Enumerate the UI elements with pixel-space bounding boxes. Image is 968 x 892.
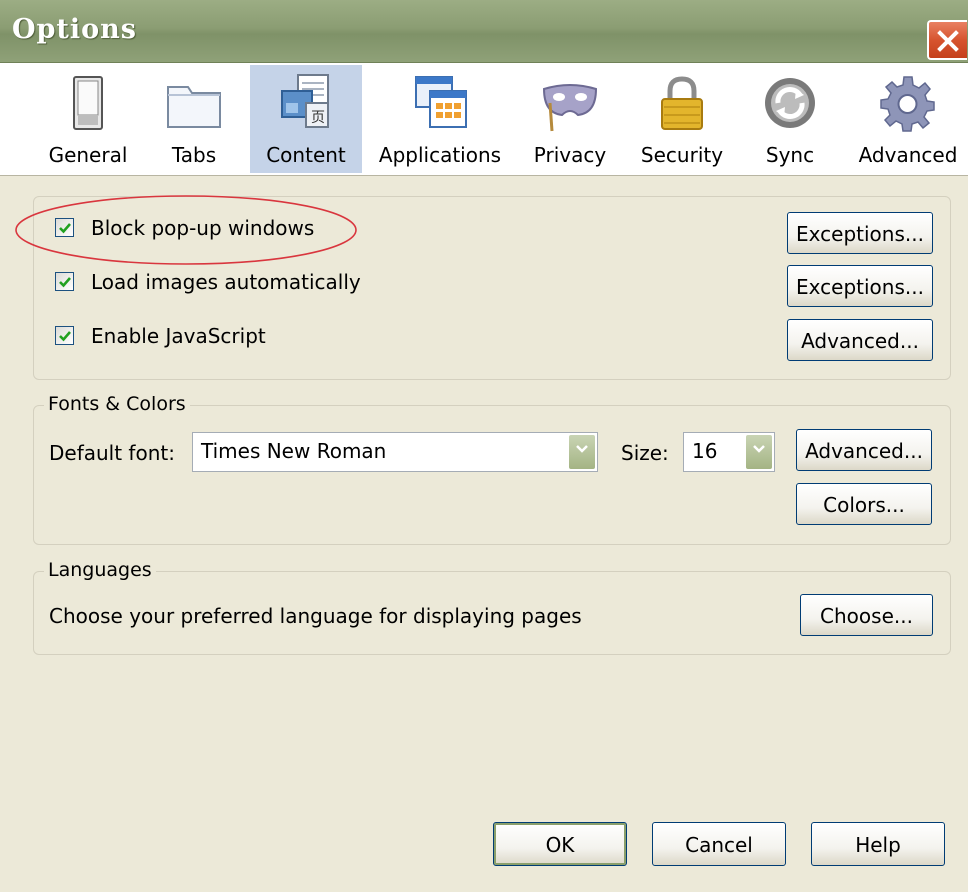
pane-content[interactable]: 页 Content <box>250 65 362 173</box>
dropdown-button[interactable] <box>569 435 595 469</box>
images-exceptions-button[interactable]: Exceptions... <box>787 265 933 307</box>
languages-caption: Languages <box>44 559 156 581</box>
svg-text:页: 页 <box>311 110 325 126</box>
javascript-advanced-button[interactable]: Advanced... <box>787 319 933 361</box>
pane-label: Security <box>640 143 724 167</box>
help-button[interactable]: Help <box>811 822 945 866</box>
padlock-icon <box>661 76 703 130</box>
pane-applications[interactable]: Applications <box>376 65 504 173</box>
block-popups-row[interactable]: Block pop-up windows <box>55 216 355 242</box>
pane-label: Advanced <box>858 143 958 167</box>
close-icon <box>937 30 959 52</box>
pane-security[interactable]: Security <box>630 65 734 173</box>
close-button[interactable] <box>927 20 967 60</box>
options-dialog: Options General Tabs 页 Content Applicati… <box>0 0 968 892</box>
popup-exceptions-button[interactable]: Exceptions... <box>787 212 933 254</box>
gear-icon <box>880 76 935 132</box>
chevron-down-icon <box>576 445 588 453</box>
colors-button[interactable]: Colors... <box>796 483 932 525</box>
enable-javascript-label: Enable JavaScript <box>91 324 266 348</box>
load-images-label: Load images automatically <box>91 270 361 294</box>
block-popups-checkbox[interactable] <box>55 218 74 237</box>
switch-icon <box>73 76 103 130</box>
preferences-toolbar: General Tabs 页 Content Applications Priv… <box>0 63 968 176</box>
enable-javascript-checkbox[interactable] <box>55 326 74 345</box>
pane-label: General <box>48 143 128 167</box>
pane-label: Applications <box>378 143 502 167</box>
pane-label: Privacy <box>533 143 607 167</box>
content-page-icon: 页 <box>281 74 329 128</box>
pane-privacy[interactable]: Privacy <box>524 65 616 173</box>
enable-javascript-row[interactable]: Enable JavaScript <box>55 324 355 350</box>
pane-tabs[interactable]: Tabs <box>150 65 238 173</box>
pane-advanced[interactable]: Advanced <box>852 65 964 173</box>
pane-label: Tabs <box>171 143 217 167</box>
sync-arrows-icon <box>765 78 815 128</box>
folder-tabs-icon <box>167 86 221 128</box>
block-popups-label: Block pop-up windows <box>91 216 315 240</box>
chevron-down-icon <box>753 445 765 453</box>
load-images-row[interactable]: Load images automatically <box>55 270 361 296</box>
pane-label: Content <box>266 143 346 167</box>
checkmark-icon <box>59 277 71 288</box>
cancel-button[interactable]: Cancel <box>652 822 786 866</box>
title-bar[interactable]: Options <box>0 0 968 63</box>
pane-general[interactable]: General <box>42 65 134 173</box>
pane-label: Sync <box>765 143 815 167</box>
default-font-label: Default font: <box>49 441 175 465</box>
default-font-select[interactable]: Times New Roman <box>192 432 598 472</box>
font-size-value: 16 <box>692 439 718 463</box>
languages-description: Choose your preferred language for displ… <box>49 604 582 628</box>
choose-language-button[interactable]: Choose... <box>800 594 933 636</box>
dropdown-button[interactable] <box>746 435 772 469</box>
font-size-select[interactable]: 16 <box>683 432 775 472</box>
window-title: Options <box>12 14 137 45</box>
applications-window-icon <box>415 76 467 128</box>
fonts-colors-caption: Fonts & Colors <box>44 393 190 415</box>
size-label: Size: <box>621 441 669 465</box>
fonts-advanced-button[interactable]: Advanced... <box>796 429 932 471</box>
checkmark-icon <box>59 331 71 342</box>
pane-sync[interactable]: Sync <box>748 65 832 173</box>
load-images-checkbox[interactable] <box>55 272 74 291</box>
ok-button[interactable]: OK <box>493 822 627 866</box>
checkmark-icon <box>59 223 71 234</box>
default-font-value: Times New Roman <box>201 439 387 463</box>
mask-icon <box>542 84 598 132</box>
